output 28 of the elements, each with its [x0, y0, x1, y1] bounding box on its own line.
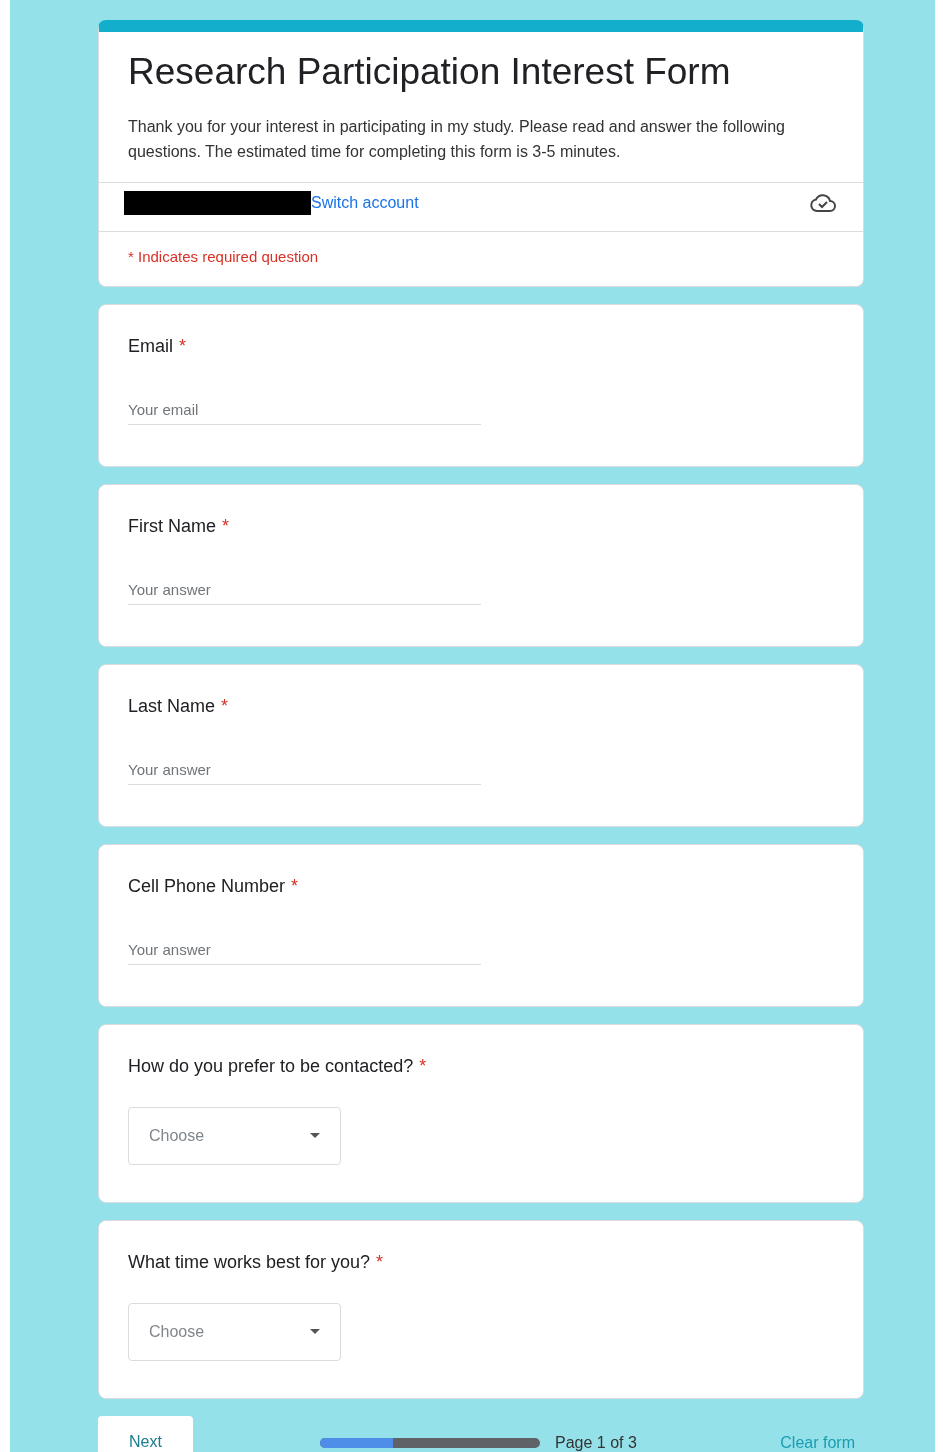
required-mark: *	[222, 516, 230, 536]
required-mark: *	[419, 1056, 427, 1076]
required-mark: *	[221, 696, 229, 716]
question-label: First Name	[128, 516, 216, 536]
clear-form-button[interactable]: Clear form	[780, 1434, 855, 1452]
required-mark: *	[376, 1252, 384, 1272]
required-mark: *	[179, 336, 187, 356]
switch-account-link[interactable]: Switch account	[311, 194, 419, 212]
form-description: Thank you for your interest in participating in my study. Please read and answer the following questions. The estimated time for completing this form is 3-5 minutes.	[128, 117, 786, 162]
question-label: What time works best for you?	[128, 1252, 371, 1272]
cloud-check-icon	[810, 192, 836, 214]
question-label: Last Name	[128, 696, 216, 716]
answer-field[interactable]: Your email	[128, 397, 481, 425]
question-label: Email	[128, 336, 173, 356]
answer-field[interactable]: Your answer	[128, 937, 481, 965]
page-indicator: Page 1 of 3	[555, 1434, 637, 1452]
choose-dropdown[interactable]: Choose	[128, 1107, 341, 1165]
choose-dropdown[interactable]: Choose	[128, 1303, 341, 1361]
required-note: * Indicates required question	[127, 247, 320, 267]
caret-icon	[310, 1133, 320, 1139]
caret-icon	[310, 1329, 320, 1335]
answer-field[interactable]: Your answer	[128, 577, 481, 605]
required-mark: *	[291, 876, 299, 896]
question-label: Cell Phone Number	[128, 876, 286, 896]
next-button[interactable]: Next	[98, 1416, 193, 1452]
form-title: Research Participation Interest Form	[128, 50, 732, 94]
answer-field[interactable]: Your answer	[128, 757, 481, 785]
question-label: How do you prefer to be contacted?	[128, 1056, 414, 1076]
